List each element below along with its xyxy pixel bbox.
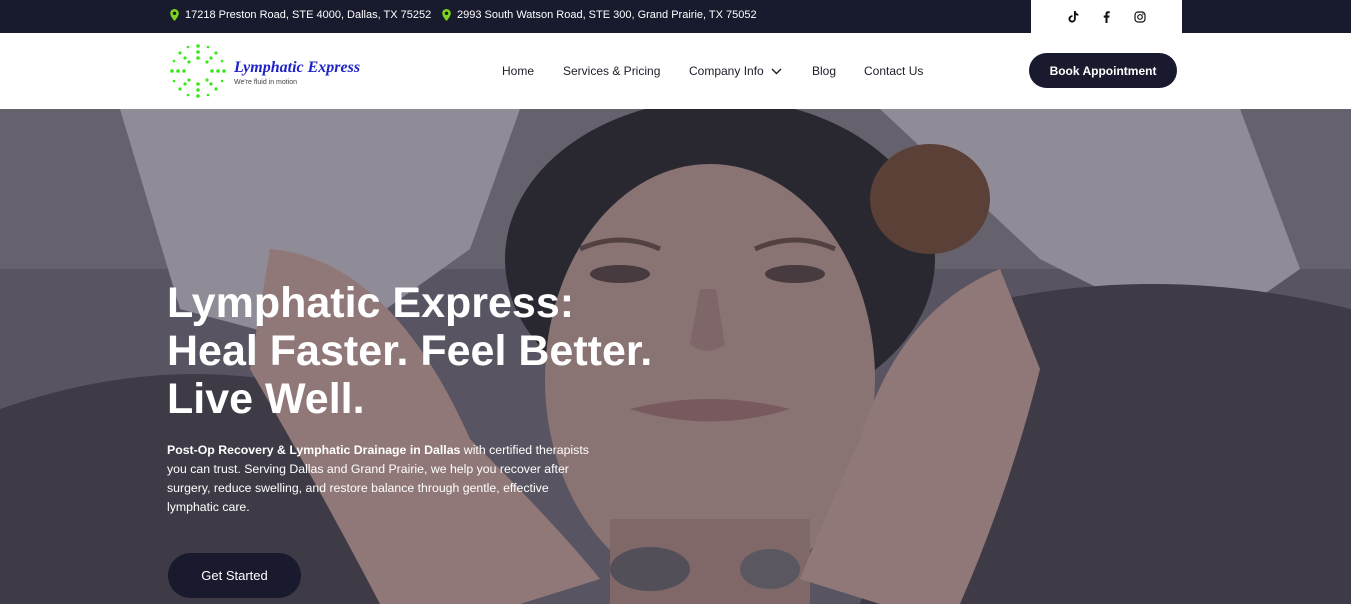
hero-description-bold: Post-Op Recovery & Lymphatic Drainage in… — [167, 443, 461, 457]
social-links — [1031, 0, 1182, 33]
address-grand-prairie-text: 2993 South Watson Road, STE 300, Grand P… — [457, 9, 757, 21]
nav-services-pricing[interactable]: Services & Pricing — [563, 64, 660, 78]
logo-title: Lymphatic Express — [234, 59, 361, 76]
nav-company-info[interactable]: Company Info — [689, 64, 782, 78]
hero-description: Post-Op Recovery & Lymphatic Drainage in… — [167, 441, 597, 517]
hero-heading: Lymphatic Express: Heal Faster. Feel Bet… — [167, 279, 652, 423]
address-dallas-text: 17218 Preston Road, STE 4000, Dallas, TX… — [185, 9, 432, 21]
location-pin-icon — [170, 9, 179, 21]
get-started-button[interactable]: Get Started — [168, 553, 301, 598]
facebook-icon[interactable] — [1100, 10, 1113, 23]
nav-contact-us[interactable]: Contact Us — [864, 64, 923, 78]
nav-company-info-label: Company Info — [689, 64, 764, 78]
hero-heading-line-3: Live Well. — [167, 375, 365, 423]
nav-home[interactable]: Home — [502, 64, 534, 78]
instagram-icon[interactable] — [1133, 10, 1146, 23]
tiktok-icon[interactable] — [1067, 10, 1080, 23]
logo-tagline: We're fluid in motion — [234, 79, 298, 86]
chevron-down-icon — [771, 68, 782, 74]
top-info-bar: 17218 Preston Road, STE 4000, Dallas, TX… — [0, 0, 1351, 33]
site-header: Lymphatic Express We're fluid in motion … — [0, 33, 1351, 109]
hero-section: Lymphatic Express: Heal Faster. Feel Bet… — [0, 109, 1351, 604]
site-logo[interactable]: Lymphatic Express We're fluid in motion — [168, 40, 398, 102]
location-pin-icon — [442, 9, 451, 21]
nav-blog[interactable]: Blog — [812, 64, 836, 78]
hero-heading-line-2: Heal Faster. Feel Better. — [167, 327, 653, 375]
sunburst-logo-icon — [170, 44, 226, 98]
address-dallas[interactable]: 17218 Preston Road, STE 4000, Dallas, TX… — [170, 9, 431, 21]
hero-heading-line-1: Lymphatic Express: — [167, 279, 575, 327]
book-appointment-button[interactable]: Book Appointment — [1029, 53, 1177, 88]
address-grand-prairie[interactable]: 2993 South Watson Road, STE 300, Grand P… — [442, 9, 757, 21]
